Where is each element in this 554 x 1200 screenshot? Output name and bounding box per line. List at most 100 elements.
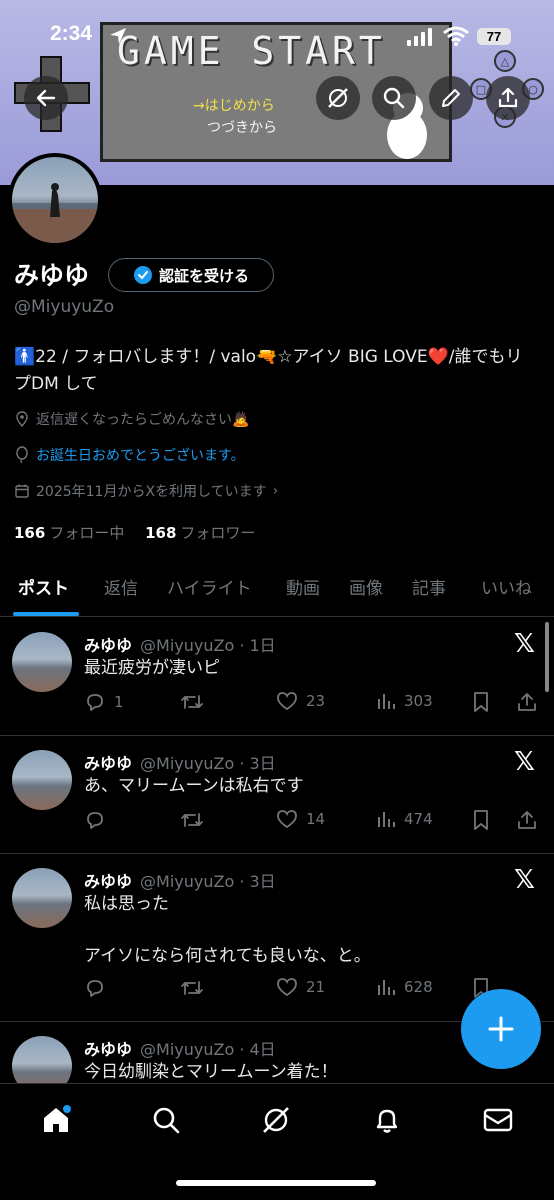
tab-posts[interactable]: ポスト [18,574,69,599]
nav-messages[interactable] [478,1100,518,1140]
tweet[interactable]: みゆゆ @MiyuyuZo · 1日 𝕏 最近疲労が凄いピ 1 23 303 [0,617,554,736]
mail-icon [483,1108,513,1132]
profile-birthday: お誕生日おめでとうございます。 [14,445,245,465]
views-button[interactable]: 474 [376,809,433,829]
search-icon [383,87,405,109]
signal-icon [407,28,432,46]
views-icon [378,980,395,995]
tweet-avatar[interactable] [12,632,72,692]
profile-location: 返信遅くなったらごめんなさい🙇 [14,409,249,429]
tweet-text: あ、マリームーンは私右です [84,776,304,796]
nav-search[interactable] [146,1100,186,1140]
tweet-text: 最近疲労が凄いピ [84,658,220,678]
tab-highlights[interactable]: ハイライト [167,574,252,599]
calendar-icon [15,484,29,498]
active-tab-indicator [13,612,79,616]
like-button[interactable]: 14 [276,809,325,829]
share-icon [518,811,536,829]
retweet-button[interactable] [180,691,204,713]
tab-articles[interactable]: 記事 [412,574,446,599]
profile-bio: 🚹22 / フォロバします！/ valo🔫☆アイソ BIG LOVE❤️/誰でも… [14,347,523,394]
grok-button[interactable] [316,76,360,120]
reply-icon [87,812,103,829]
profile-avatar[interactable] [8,153,102,247]
tweet-text: 私は思った アイソになら何されても良いな、と。 [84,894,371,966]
views-icon [378,694,395,709]
tab-replies[interactable]: 返信 [104,574,138,599]
retweet-icon [181,695,203,709]
grok-icon [263,1107,289,1133]
verified-badge-icon [133,266,152,284]
search-icon [153,1107,180,1134]
profile-joined[interactable]: 2025年11月からXを利用しています › [14,481,278,501]
retweet-icon [181,981,203,995]
tab-images[interactable]: 画像 [349,574,383,599]
retweet-icon [181,813,203,827]
share-button[interactable] [486,76,530,120]
tweet-share-button[interactable] [516,691,538,713]
profile-display-name: みゆゆ [14,261,90,290]
tweet-header: みゆゆ @MiyuyuZo · 4日 [84,1040,276,1059]
reply-button[interactable] [84,977,114,999]
tweet[interactable]: みゆゆ @MiyuyuZo · 3日 𝕏 私は思った アイソになら何されても良いな… [0,853,554,1022]
reply-icon [87,694,103,711]
tweet-text: 今日幼馴染とマリームーン着た！ [84,1062,338,1082]
tweet-actions: 14 474 [84,809,544,835]
tab-likes[interactable]: いいね [481,574,532,599]
banner-game-title: GAME START [117,29,386,73]
nav-home[interactable] [36,1100,76,1140]
triangle-button-graphic: △ [494,50,516,72]
balloon-icon [16,446,28,464]
search-button[interactable] [372,76,416,120]
tweet-avatar[interactable] [12,868,72,928]
tweet-avatar[interactable] [12,1036,72,1083]
bookmark-icon [474,810,488,830]
tab-videos[interactable]: 動画 [286,574,320,599]
location-text: 返信遅くなったらごめんなさい🙇 [36,412,250,428]
retweet-button[interactable] [180,809,204,831]
following-link[interactable]: 166 フォロー中 [14,524,124,542]
status-time: 2:34 [50,22,93,45]
back-button[interactable] [24,76,68,120]
like-button[interactable]: 23 [276,691,325,711]
profile-tabs: ポスト 返信 ハイライト 動画 画像 記事 いいね [0,568,554,617]
home-indicator[interactable] [176,1180,376,1186]
grok-icon [328,88,348,108]
birthday-link[interactable]: お誕生日おめでとうございます。 [36,445,245,465]
nav-grok[interactable] [256,1100,296,1140]
tweet-share-button[interactable] [516,809,538,831]
wifi-icon [443,26,469,46]
followers-link[interactable]: 168 フォロワー [145,524,255,542]
compose-post-button[interactable] [461,989,541,1069]
compose-plus-icon [488,1016,514,1042]
views-icon [378,812,395,827]
views-button[interactable]: 628 [376,977,433,997]
edit-pen-icon [442,89,460,107]
tweet-actions: 1 23 303 [84,691,544,717]
get-verified-button[interactable]: 認証を受ける [108,258,274,292]
reply-button[interactable]: 1 [84,691,124,713]
share-icon [498,87,518,108]
home-icon [44,1105,71,1132]
scrollbar[interactable] [545,622,549,692]
chevron-right-icon: › [272,483,279,499]
views-button[interactable]: 303 [376,691,433,711]
reply-button[interactable] [84,809,114,831]
edit-profile-button[interactable] [429,76,473,120]
tweet-avatar[interactable] [12,750,72,810]
retweet-button[interactable] [180,977,204,999]
back-arrow-icon [36,89,56,107]
banner-menu-new-game: →はじめから [193,98,275,114]
like-icon [277,692,297,711]
tweet-header: みゆゆ @MiyuyuZo · 1日 [84,636,276,655]
bookmark-button[interactable] [472,691,490,713]
like-button[interactable]: 21 [276,977,325,997]
battery-indicator: 77 [477,28,511,45]
like-icon [277,978,297,997]
tweet-header: みゆゆ @MiyuyuZo · 3日 [84,872,276,891]
get-verified-label: 認証を受ける [158,266,249,285]
share-icon [518,693,536,711]
nav-notifications[interactable] [367,1100,407,1140]
tweet[interactable]: みゆゆ @MiyuyuZo · 3日 𝕏 あ、マリームーンは私右です 14 474 [0,735,554,854]
bookmark-button[interactable] [472,809,490,831]
